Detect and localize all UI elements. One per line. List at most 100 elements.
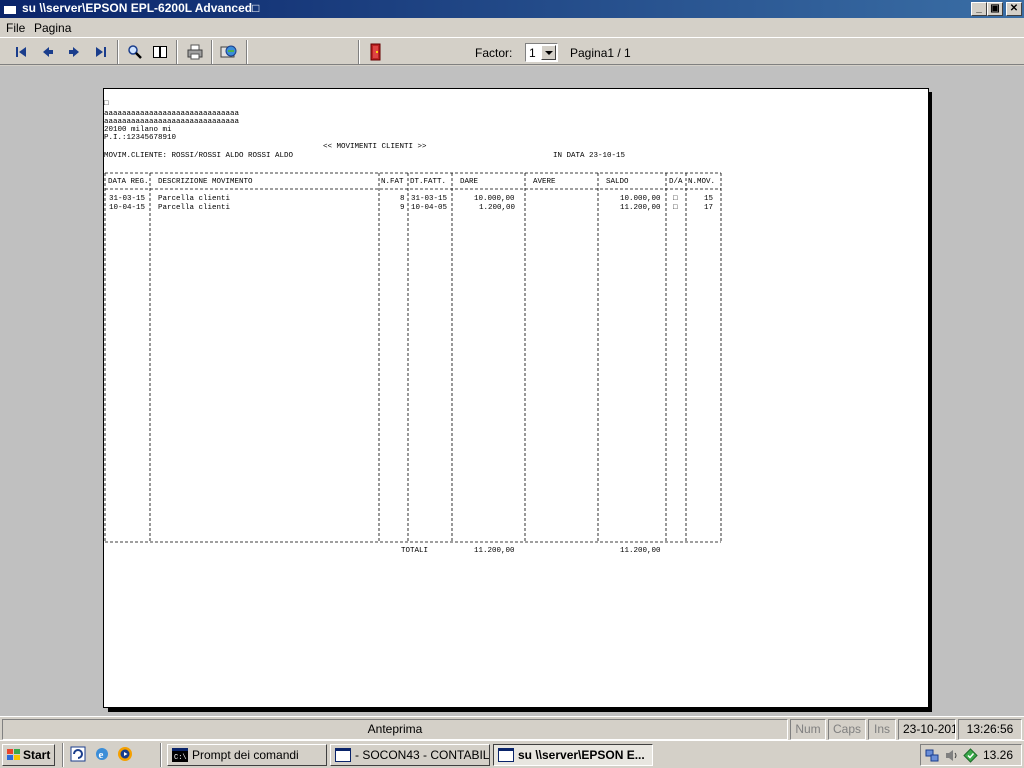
table-cell: □ bbox=[673, 195, 678, 203]
column-header: DESCRIZIONE MOVIMENTO bbox=[158, 178, 253, 186]
table-cell: 1.200,00 bbox=[479, 204, 516, 212]
factor-label: Factor: bbox=[475, 46, 513, 60]
column-header: N.FAT bbox=[381, 178, 404, 186]
task-label: Prompt dei comandi bbox=[192, 748, 299, 762]
table-cell: 8 bbox=[400, 195, 405, 203]
table-cell: Parcella clienti bbox=[158, 204, 231, 212]
column-header: DATA REG. bbox=[108, 178, 149, 186]
task-print-preview[interactable]: su \\server\EPSON E... bbox=[493, 744, 653, 766]
minimize-button[interactable]: _ bbox=[971, 2, 987, 16]
company-line: aaaaaaaaaaaaaaaaaaaaaaaaaaaaaa bbox=[104, 118, 240, 126]
cmd-icon: C:\ bbox=[172, 748, 188, 762]
table-cell: 11.200,00 bbox=[620, 204, 661, 212]
taskbar-separator bbox=[160, 743, 162, 767]
menu-file[interactable]: File bbox=[6, 21, 25, 35]
status-bar: Anteprima Num Caps Ins 23-10-2015 13:26:… bbox=[0, 716, 1024, 740]
send-icon bbox=[220, 45, 237, 58]
toolbar-separator bbox=[117, 40, 119, 64]
print-button[interactable] bbox=[184, 41, 206, 63]
svg-text:e: e bbox=[99, 749, 104, 761]
start-button[interactable]: Start bbox=[2, 744, 55, 766]
close-button[interactable]: ✕ bbox=[1006, 2, 1022, 16]
table-cell: 10-04-05 bbox=[411, 204, 448, 212]
totals-label: TOTALI bbox=[401, 547, 429, 555]
taskbar-clock: 13.26 bbox=[982, 748, 1013, 762]
totals-saldo: 11.200,00 bbox=[620, 547, 661, 555]
totals-dare: 11.200,00 bbox=[474, 547, 515, 555]
internet-explorer-icon[interactable]: e bbox=[94, 746, 110, 762]
toolbar-separator bbox=[358, 40, 360, 64]
report-page: □ aaaaaaaaaaaaaaaaaaaaaaaaaaaaaa aaaaaaa… bbox=[103, 88, 929, 708]
chevron-down-icon[interactable] bbox=[541, 45, 556, 60]
next-page-button[interactable] bbox=[63, 41, 85, 63]
preview-area[interactable]: □ aaaaaaaaaaaaaaaaaaaaaaaaaaaaaa aaaaaaa… bbox=[0, 66, 1024, 716]
table-cell: 17 bbox=[704, 204, 714, 212]
window-icon bbox=[498, 748, 514, 762]
column-header: D/A bbox=[669, 178, 683, 186]
task-prompt[interactable]: C:\ Prompt dei comandi bbox=[167, 744, 327, 766]
zoom-icon bbox=[128, 45, 142, 59]
page-indicator: Pagina1 / 1 bbox=[570, 46, 631, 60]
menu-pagina[interactable]: Pagina bbox=[34, 21, 71, 35]
send-button[interactable] bbox=[218, 41, 240, 63]
exit-icon bbox=[370, 43, 381, 61]
two-pages-icon bbox=[153, 46, 167, 58]
column-header: DT.FATT. bbox=[410, 178, 447, 186]
company-vat: P.I.:12345678910 bbox=[104, 134, 177, 142]
factor-value: 1 bbox=[529, 46, 536, 60]
window-icon[interactable] bbox=[3, 2, 17, 15]
report-marker: □ bbox=[104, 100, 109, 108]
column-header: N.MOV. bbox=[688, 178, 716, 186]
previous-page-button[interactable] bbox=[37, 41, 59, 63]
start-label: Start bbox=[23, 748, 51, 762]
table-cell: 10.000,00 bbox=[620, 195, 661, 203]
last-page-button[interactable] bbox=[90, 41, 112, 63]
task-label: su \\server\EPSON E... bbox=[518, 748, 645, 762]
first-page-icon bbox=[16, 47, 26, 57]
table-cell: 10-04-15 bbox=[109, 204, 146, 212]
task-socon[interactable]: - SOCON43 - CONTABILI... bbox=[330, 744, 490, 766]
menu-bar: File Pagina bbox=[0, 18, 1024, 37]
column-header: SALDO bbox=[606, 178, 629, 186]
column-header: DARE bbox=[460, 178, 479, 186]
exit-button[interactable] bbox=[364, 41, 386, 63]
column-header: AVERE bbox=[533, 178, 556, 186]
company-line: aaaaaaaaaaaaaaaaaaaaaaaaaaaaaa bbox=[104, 110, 240, 118]
security-icon[interactable] bbox=[963, 748, 978, 763]
title-bar: su \\server\EPSON EPL-6200L Advanced□ _ … bbox=[0, 0, 1024, 18]
status-date: 23-10-2015 bbox=[898, 719, 956, 740]
taskbar-separator bbox=[62, 743, 64, 767]
zoom-button[interactable] bbox=[124, 41, 146, 63]
system-tray: 13.26 bbox=[920, 744, 1022, 766]
toolbar-separator bbox=[211, 40, 213, 64]
toolbar-separator bbox=[176, 40, 178, 64]
windows-logo-icon bbox=[7, 749, 20, 760]
ie-refresh-icon[interactable] bbox=[70, 746, 86, 762]
table-cell: □ bbox=[673, 204, 678, 212]
caps-lock-indicator: Caps bbox=[828, 719, 866, 740]
client-line: MOVIM.CLIENTE: ROSSI/ROSSI ALDO ROSSI AL… bbox=[104, 152, 294, 160]
first-page-button[interactable] bbox=[10, 41, 32, 63]
task-label: - SOCON43 - CONTABILI... bbox=[355, 748, 490, 762]
company-address: 20100 milano mi bbox=[104, 126, 172, 134]
media-player-icon[interactable] bbox=[117, 746, 133, 762]
taskbar: Start e C:\ Prompt dei comandi - SOCON43… bbox=[0, 740, 1024, 768]
table-cell: 9 bbox=[400, 204, 405, 212]
network-icon[interactable] bbox=[925, 748, 940, 763]
report-date: IN DATA 23-10-15 bbox=[553, 152, 626, 160]
next-page-icon bbox=[69, 47, 79, 57]
factor-select[interactable]: 1 bbox=[525, 43, 558, 62]
last-page-icon bbox=[96, 47, 106, 57]
volume-icon[interactable] bbox=[944, 748, 959, 763]
two-pages-button[interactable] bbox=[149, 41, 171, 63]
report-title: << MOVIMENTI CLIENTI >> bbox=[323, 143, 427, 151]
table-cell: Parcella clienti bbox=[158, 195, 231, 203]
window-title: su \\server\EPSON EPL-6200L Advanced□ bbox=[22, 1, 260, 15]
insert-indicator: Ins bbox=[868, 719, 896, 740]
status-time: 13:26:56 bbox=[958, 719, 1022, 740]
window-icon bbox=[335, 748, 351, 762]
table-cell: 31-03-15 bbox=[411, 195, 448, 203]
restore-button[interactable]: ▣ bbox=[987, 2, 1003, 16]
toolbar: Factor: 1 Pagina1 / 1 bbox=[0, 37, 1024, 65]
previous-page-icon bbox=[43, 47, 53, 57]
